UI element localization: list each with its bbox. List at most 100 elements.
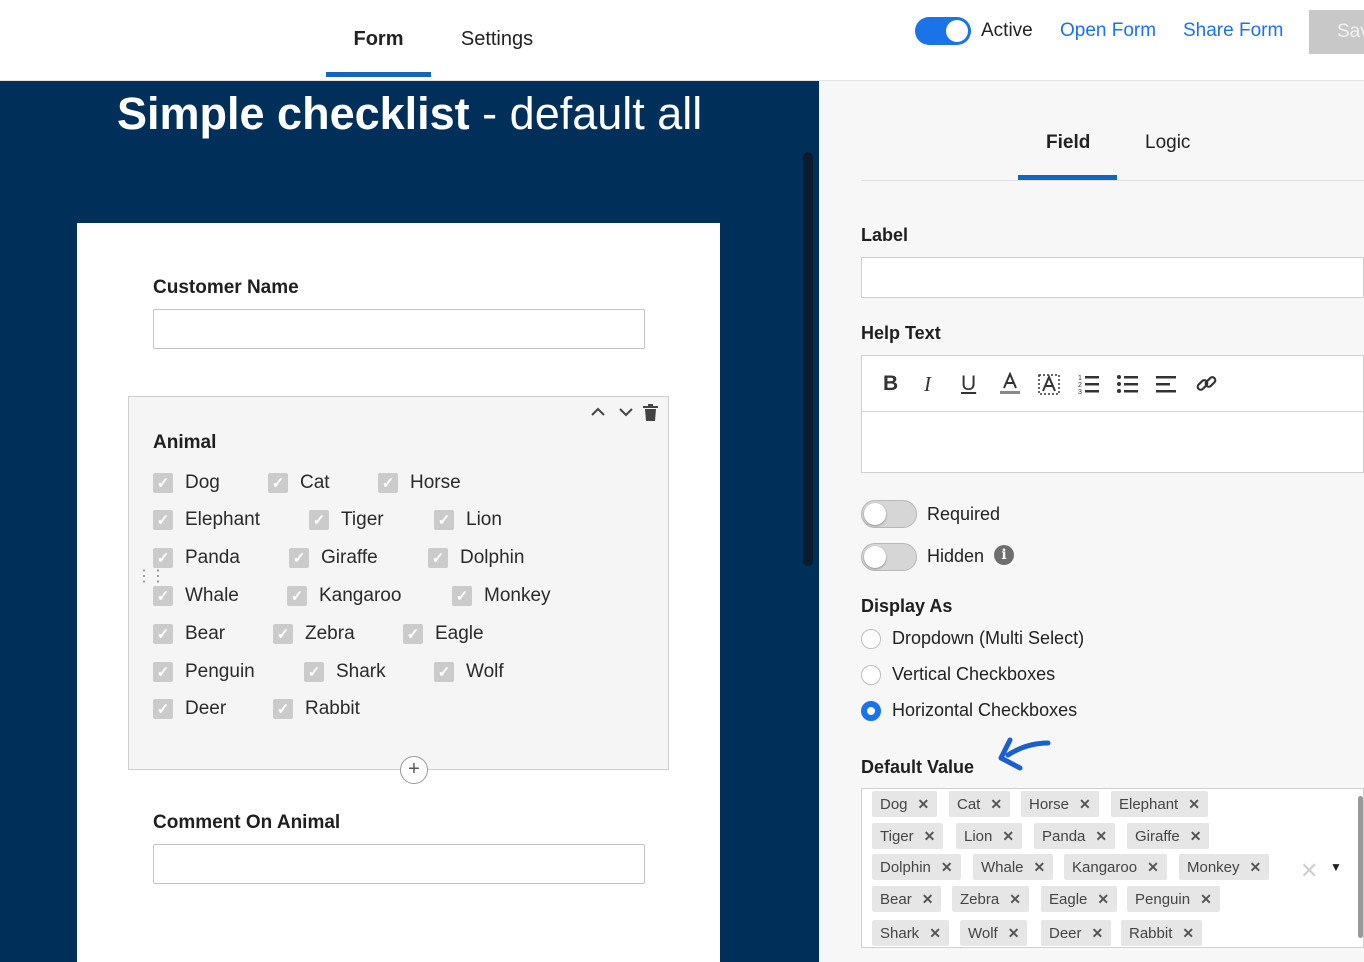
remove-tag-icon[interactable]: ✕ <box>1190 828 1202 845</box>
tab-settings[interactable]: Settings <box>440 0 554 78</box>
text-color-icon[interactable] <box>999 372 1021 396</box>
clear-all-icon[interactable]: ✕ <box>1300 858 1318 884</box>
checkbox-whale[interactable]: ✓ Whale <box>153 585 239 607</box>
tag-deer: Deer ✕ <box>1041 920 1112 946</box>
checkbox-elephant[interactable]: ✓ Elephant <box>153 509 260 531</box>
checkbox-shark[interactable]: ✓ Shark <box>304 661 386 683</box>
remove-tag-icon[interactable]: ✕ <box>1034 859 1046 876</box>
checkbox-cat[interactable]: ✓ Cat <box>268 472 330 494</box>
bullet-list-icon[interactable] <box>1117 372 1139 396</box>
checkbox-zebra[interactable]: ✓ Zebra <box>273 623 355 645</box>
delete-trash-icon[interactable] <box>643 404 658 425</box>
comment-input[interactable] <box>153 844 645 884</box>
remove-tag-icon[interactable]: ✕ <box>924 828 936 845</box>
link-icon[interactable] <box>1196 372 1218 396</box>
italic-icon[interactable]: I <box>924 372 931 396</box>
checkbox-horse[interactable]: ✓ Horse <box>378 472 461 494</box>
tags-scrollbar[interactable] <box>1358 796 1363 938</box>
checkbox-panda[interactable]: ✓ Panda <box>153 547 240 569</box>
checkbox-lion[interactable]: ✓ Lion <box>434 509 502 531</box>
form-title: Simple checklist - default all <box>117 88 703 139</box>
check-icon: ✓ <box>273 624 293 644</box>
check-icon: ✓ <box>289 548 309 568</box>
remove-tag-icon[interactable]: ✕ <box>1250 859 1262 876</box>
dropdown-caret-icon[interactable]: ▼ <box>1330 860 1342 874</box>
remove-tag-icon[interactable]: ✕ <box>1147 859 1159 876</box>
tag-dog: Dog ✕ <box>872 791 938 817</box>
remove-tag-icon[interactable]: ✕ <box>922 891 934 908</box>
checkbox-label: Monkey <box>484 585 551 606</box>
comment-label: Comment On Animal <box>153 812 341 833</box>
help-text-heading: Help Text <box>861 323 941 343</box>
hidden-toggle[interactable] <box>861 543 917 571</box>
customer-name-input[interactable] <box>153 309 645 349</box>
check-icon: ✓ <box>452 586 472 606</box>
save-button[interactable]: Sav <box>1309 10 1364 54</box>
remove-tag-icon[interactable]: ✕ <box>918 796 930 813</box>
preview-scrollbar[interactable] <box>803 152 813 566</box>
editor-toolbar-divider <box>862 411 1364 412</box>
remove-tag-icon[interactable]: ✕ <box>1200 891 1212 908</box>
checkbox-label: Giraffe <box>321 547 378 568</box>
tag-rabbit: Rabbit ✕ <box>1121 920 1203 946</box>
active-toggle[interactable] <box>915 17 971 45</box>
radio-dropdown-multi-select[interactable] <box>861 629 881 649</box>
checkbox-label: Lion <box>466 509 502 530</box>
tag-tiger: Tiger ✕ <box>872 823 944 849</box>
drag-handle-icon[interactable]: ⋮⋮ <box>136 569 166 585</box>
add-field-icon[interactable]: + <box>400 756 428 784</box>
radio-horizontal-checkboxes[interactable] <box>861 701 881 721</box>
align-left-icon[interactable] <box>1156 372 1178 396</box>
remove-tag-icon[interactable]: ✕ <box>1097 891 1109 908</box>
remove-tag-icon[interactable]: ✕ <box>1009 891 1021 908</box>
checkbox-monkey[interactable]: ✓ Monkey <box>452 585 551 607</box>
bold-icon[interactable]: B <box>883 372 898 396</box>
label-input[interactable] <box>861 257 1364 298</box>
radio-vertical-checkboxes[interactable] <box>861 665 881 685</box>
remove-tag-icon[interactable]: ✕ <box>1002 828 1014 845</box>
svg-text:3: 3 <box>1078 389 1082 395</box>
tab-logic[interactable]: Logic <box>1145 132 1190 154</box>
open-form-link[interactable]: Open Form <box>1060 20 1156 42</box>
checkbox-eagle[interactable]: ✓ Eagle <box>403 623 484 645</box>
checkbox-kangaroo[interactable]: ✓ Kangaroo <box>287 585 401 607</box>
move-up-icon[interactable] <box>589 403 607 425</box>
checkbox-tiger[interactable]: ✓ Tiger <box>309 509 384 531</box>
tab-form[interactable]: Form <box>326 0 431 78</box>
check-icon: ✓ <box>304 662 324 682</box>
checkbox-label: Horse <box>410 472 461 493</box>
radio-label: Dropdown (Multi Select) <box>892 628 1085 648</box>
active-panel-tab-indicator <box>1018 175 1117 180</box>
remove-tag-icon[interactable]: ✕ <box>1079 796 1091 813</box>
checkbox-penguin[interactable]: ✓ Penguin <box>153 661 255 683</box>
tab-field[interactable]: Field <box>1046 132 1090 154</box>
remove-tag-icon[interactable]: ✕ <box>941 859 953 876</box>
checkbox-wolf[interactable]: ✓ Wolf <box>434 661 504 683</box>
underline-icon[interactable]: U <box>961 372 976 396</box>
hidden-label: Hidden <box>927 546 985 566</box>
checkbox-rabbit[interactable]: ✓ Rabbit <box>273 698 360 720</box>
ordered-list-icon[interactable]: 123 <box>1078 372 1100 396</box>
remove-tag-icon[interactable]: ✕ <box>990 796 1002 813</box>
checkbox-deer[interactable]: ✓ Deer <box>153 698 226 720</box>
remove-tag-icon[interactable]: ✕ <box>929 925 941 942</box>
highlight-icon[interactable] <box>1038 372 1060 396</box>
checkbox-dolphin[interactable]: ✓ Dolphin <box>428 547 524 569</box>
checkbox-label: Eagle <box>435 623 484 644</box>
info-icon[interactable]: i <box>994 545 1014 565</box>
checkbox-dog[interactable]: ✓ Dog <box>153 472 220 494</box>
checkbox-bear[interactable]: ✓ Bear <box>153 623 225 645</box>
checkbox-giraffe[interactable]: ✓ Giraffe <box>289 547 378 569</box>
remove-tag-icon[interactable]: ✕ <box>1008 925 1020 942</box>
share-form-link[interactable]: Share Form <box>1183 20 1283 42</box>
remove-tag-icon[interactable]: ✕ <box>1188 796 1200 813</box>
checkbox-label: Whale <box>185 585 239 606</box>
remove-tag-icon[interactable]: ✕ <box>1182 925 1194 942</box>
help-text-editor[interactable] <box>861 355 1364 473</box>
remove-tag-icon[interactable]: ✕ <box>1095 828 1107 845</box>
required-toggle[interactable] <box>861 500 917 528</box>
top-bar: Form Settings Active Open Form Share For… <box>0 0 1364 81</box>
move-down-icon[interactable] <box>617 403 635 425</box>
checkbox-label: Penguin <box>185 661 255 682</box>
remove-tag-icon[interactable]: ✕ <box>1092 925 1104 942</box>
